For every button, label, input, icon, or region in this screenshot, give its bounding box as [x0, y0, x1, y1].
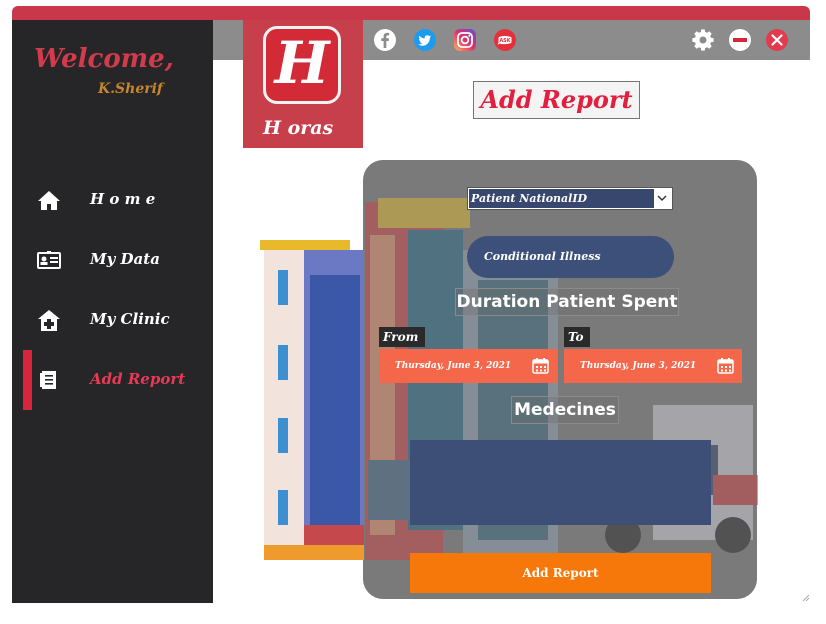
resize-grip-icon[interactable]	[800, 592, 810, 602]
calendar-icon[interactable]	[532, 357, 549, 374]
to-date-value: Thursday, June 3, 2021	[580, 361, 697, 371]
clinic-icon	[38, 310, 60, 331]
window-top-strip	[12, 6, 810, 20]
app-name: H oras	[263, 117, 334, 139]
sidebar-item-my-clinic[interactable]: My Clinic	[12, 292, 213, 348]
close-icon[interactable]	[765, 28, 789, 52]
select-value: Patient NationalID	[469, 189, 654, 208]
twitter-icon[interactable]	[413, 28, 437, 52]
from-date-value: Thursday, June 3, 2021	[395, 361, 512, 371]
home-icon	[38, 191, 60, 210]
welcome-text: Welcome,	[34, 44, 174, 74]
from-label: From	[379, 327, 425, 347]
medicines-textarea[interactable]	[410, 440, 711, 525]
ask-fm-icon[interactable]: ASK	[493, 28, 517, 52]
sidebar-item-my-data[interactable]: My Data	[12, 232, 213, 288]
page-title: Add Report	[473, 81, 640, 119]
instagram-icon[interactable]	[453, 28, 477, 52]
minimize-icon[interactable]	[728, 28, 752, 52]
logo-letter: H	[274, 29, 330, 97]
svg-text:ASK: ASK	[499, 38, 511, 44]
id-card-icon	[37, 251, 61, 269]
conditional-illness-field[interactable]: Conditional Illness	[467, 236, 674, 278]
medicines-heading: Medecines	[511, 396, 619, 424]
app-logo: H H oras	[243, 20, 363, 148]
sidebar-item-home[interactable]: H o m e	[12, 172, 213, 228]
sidebar-item-label: My Data	[90, 250, 160, 268]
username: K.Sherif	[98, 81, 163, 97]
chevron-down-icon	[657, 195, 667, 201]
calendar-icon[interactable]	[717, 357, 734, 374]
to-label: To	[564, 327, 590, 347]
sidebar-item-label: H o m e	[90, 190, 156, 208]
active-indicator	[23, 350, 32, 410]
add-report-button[interactable]: Add Report	[410, 553, 711, 593]
sidebar-item-add-report[interactable]: Add Report	[12, 350, 213, 410]
duration-heading: Duration Patient Spent	[455, 288, 679, 316]
sidebar-item-label: My Clinic	[90, 310, 170, 328]
to-date-picker[interactable]: Thursday, June 3, 2021	[564, 349, 742, 383]
patient-national-id-select[interactable]: Patient NationalID	[467, 187, 673, 210]
facebook-icon[interactable]	[373, 28, 397, 52]
from-date-picker[interactable]: Thursday, June 3, 2021	[379, 349, 557, 383]
settings-icon[interactable]	[691, 28, 715, 52]
sidebar: Welcome, K.Sherif H o m e My Data My Cli…	[12, 20, 213, 603]
logo-tile: H	[263, 26, 341, 104]
sidebar-item-label: Add Report	[90, 370, 186, 388]
report-icon	[40, 371, 56, 389]
